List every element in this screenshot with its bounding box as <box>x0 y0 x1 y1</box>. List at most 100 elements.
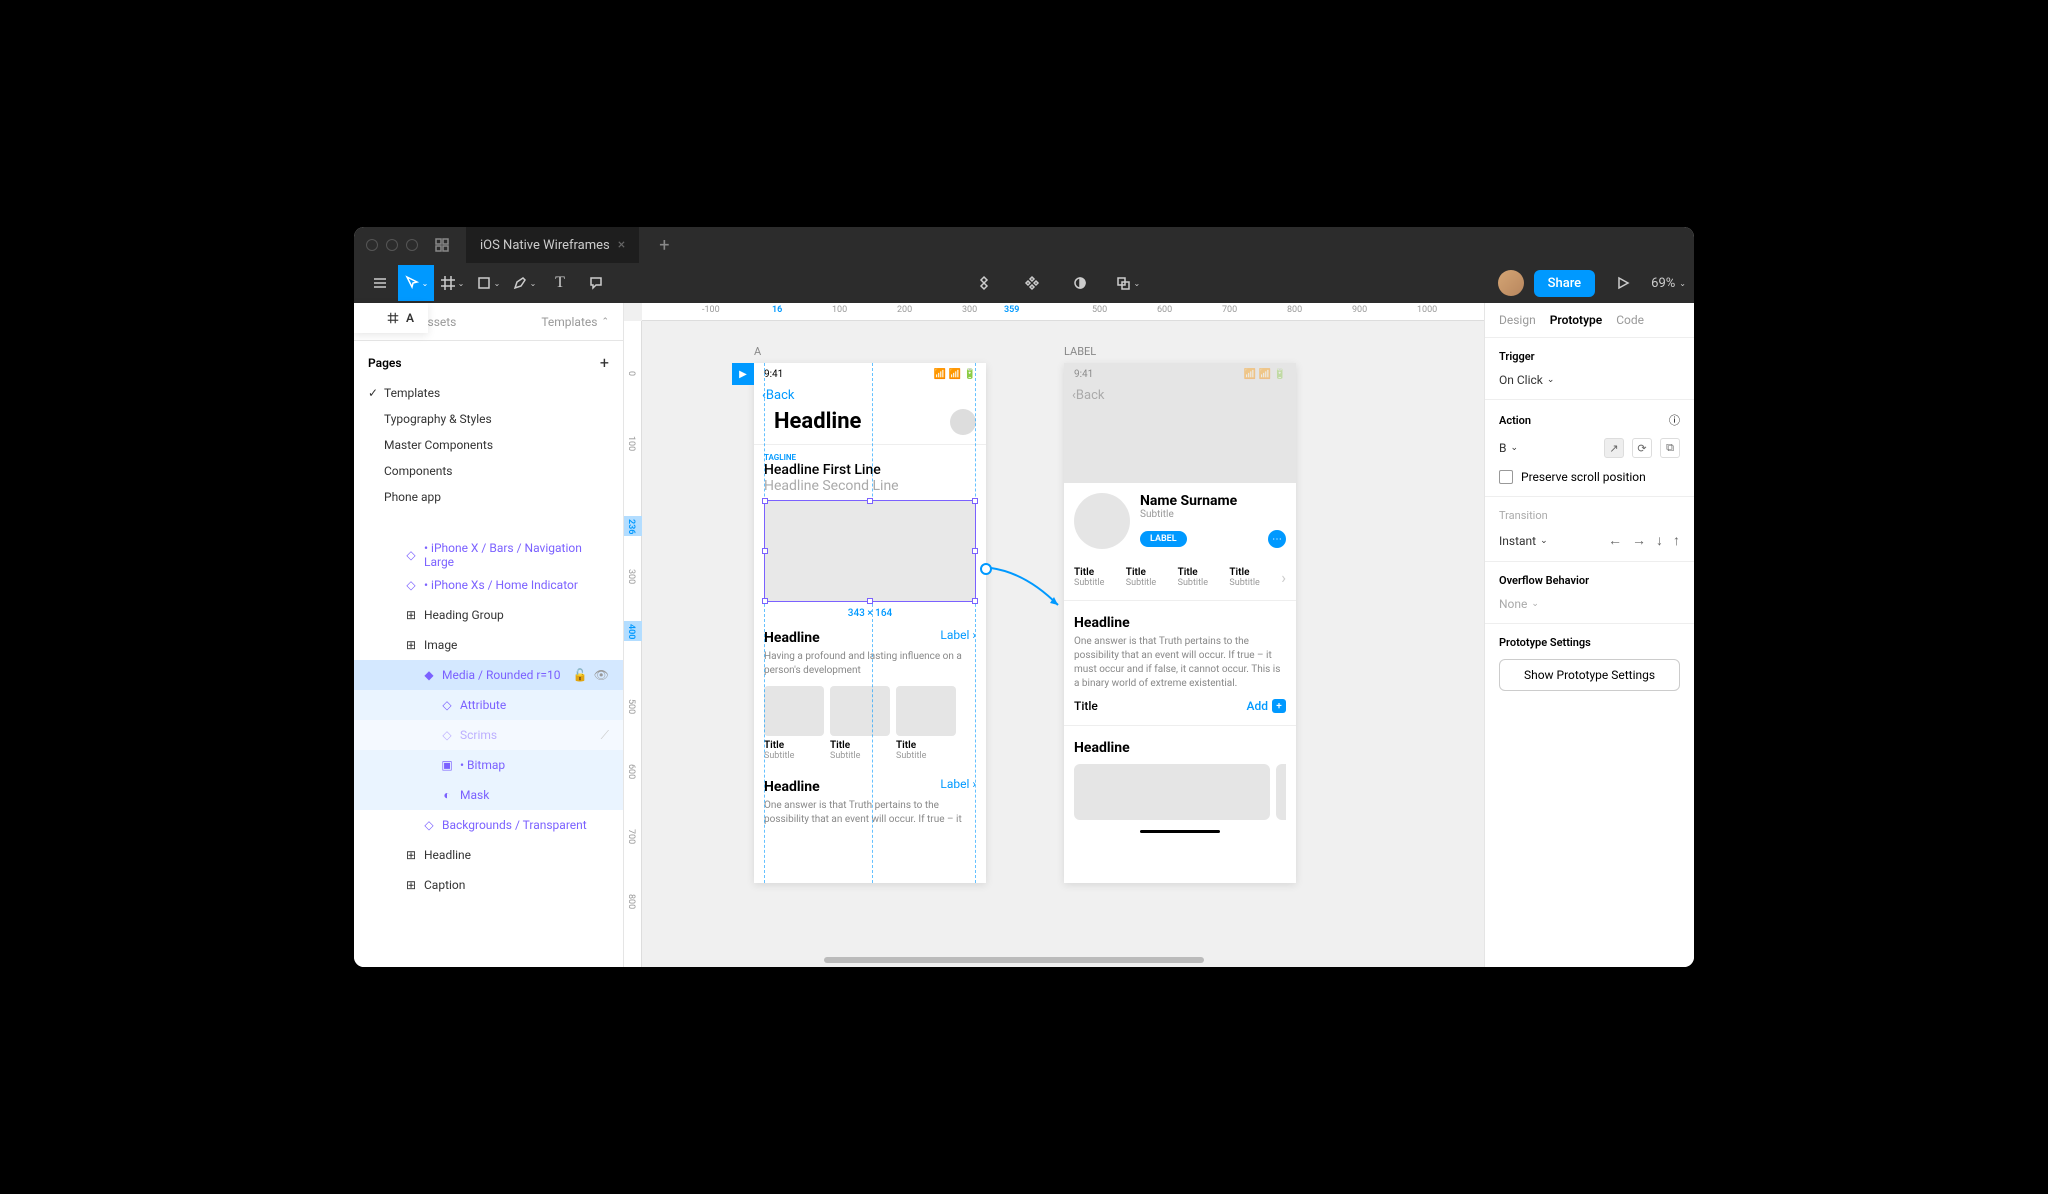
boolean-tool[interactable]: ⌄ <box>1114 265 1142 301</box>
diamond-icon: ◆ <box>422 668 436 682</box>
layer-attribute[interactable]: ◇Attribute <box>354 690 623 720</box>
navigate-icon[interactable]: ↗ <box>1604 438 1624 458</box>
action-target-dropdown[interactable]: B⌄ <box>1499 441 1518 455</box>
comment-tool[interactable] <box>578 265 614 301</box>
layer-headline[interactable]: ⊞Headline <box>354 840 623 870</box>
traffic-lights[interactable] <box>366 239 418 251</box>
swap-icon[interactable]: ⟳ <box>1632 438 1652 458</box>
grid-icon[interactable] <box>434 237 450 253</box>
layer-mask[interactable]: ◐Mask <box>354 780 623 810</box>
page-item-templates[interactable]: Templates <box>354 380 623 406</box>
trigger-label: Trigger <box>1499 350 1680 363</box>
layer-scrims[interactable]: ◇Scrims⟋ <box>354 720 623 750</box>
pages-header: Pages + <box>354 341 623 380</box>
component-tool[interactable] <box>970 265 998 301</box>
selected-media[interactable]: 343 × 164 <box>764 500 976 602</box>
left-panel: Layers Assets Templates ⌃ Pages + Templa… <box>354 303 624 967</box>
label-link: Label › <box>940 628 976 642</box>
overflow-label: Overflow Behavior <box>1499 574 1680 587</box>
overflow-dropdown[interactable]: None⌄ <box>1499 597 1680 611</box>
layer-heading-group[interactable]: ⊞Heading Group <box>354 600 623 630</box>
frame-a[interactable]: ▶ A 9:41📶 📶 🔋 ‹ Back Headline TAGLINE He… <box>754 363 986 883</box>
tab-templates[interactable]: Templates ⌃ <box>541 315 609 329</box>
diamond-icon: ◇ <box>440 728 454 742</box>
menu-button[interactable] <box>362 265 398 301</box>
more-button: ⋯ <box>1268 530 1286 548</box>
visibility-icon[interactable]: 👁 <box>594 668 609 682</box>
show-prototype-settings-button[interactable]: Show Prototype Settings <box>1499 659 1680 691</box>
document-tab[interactable]: iOS Native Wireframes × <box>466 227 639 263</box>
shape-tool[interactable]: ⌄ <box>470 265 506 301</box>
tab-design[interactable]: Design <box>1499 313 1536 327</box>
preserve-scroll-label: Preserve scroll position <box>1521 470 1646 484</box>
avatar-circle <box>950 409 976 435</box>
page-item-master[interactable]: Master Components <box>354 432 623 458</box>
page-item-phone[interactable]: Phone app <box>354 484 623 510</box>
layer-home-indicator[interactable]: ◇• iPhone Xs / Home Indicator <box>354 570 623 600</box>
share-button[interactable]: Share <box>1534 270 1596 297</box>
user-avatar[interactable] <box>1498 270 1524 296</box>
transition-dropdown[interactable]: Instant⌄ <box>1499 534 1548 548</box>
union-tool[interactable] <box>1018 265 1046 301</box>
new-tab-button[interactable]: + <box>647 235 681 256</box>
help-icon[interactable]: ⓘ <box>1669 412 1680 428</box>
text-tool[interactable]: T <box>542 265 578 301</box>
preserve-scroll-checkbox[interactable] <box>1499 470 1513 484</box>
layer-backgrounds[interactable]: ◇Backgrounds / Transparent <box>354 810 623 840</box>
body-text: Having a profound and lasting influence … <box>754 650 986 678</box>
mask-icon: ◐ <box>440 788 454 802</box>
home-indicator <box>1140 830 1220 833</box>
layer-caption[interactable]: ⊞Caption <box>354 870 623 900</box>
layer-bitmap[interactable]: ▣• Bitmap <box>354 750 623 780</box>
canvas[interactable]: -100 16 100 200 300 359 500 600 700 800 … <box>624 303 1484 967</box>
frame-layer[interactable]: A <box>354 303 428 333</box>
frame-b[interactable]: LABEL 9:41📶 📶 🔋 ‹ Back Name Surname Subt… <box>1064 363 1296 883</box>
layer-media-selected[interactable]: ◆Media / Rounded r=10🔓👁 <box>354 660 623 690</box>
close-icon[interactable]: × <box>618 237 625 253</box>
group-icon: ⊞ <box>404 608 418 622</box>
horizontal-scrollbar[interactable] <box>824 957 1204 963</box>
tagline: TAGLINE <box>754 445 986 462</box>
right-panel-tabs: Design Prototype Code <box>1485 303 1694 338</box>
page-item-typography[interactable]: Typography & Styles <box>354 406 623 432</box>
layer-nav[interactable]: ◇• iPhone X / Bars / Navigation Large <box>354 540 623 570</box>
pen-tool[interactable]: ⌄ <box>506 265 542 301</box>
present-button[interactable] <box>1605 265 1641 301</box>
diamond-icon: ◇ <box>404 548 418 562</box>
section-headline: Headline <box>764 620 830 650</box>
horizontal-ruler: -100 16 100 200 300 359 500 600 700 800 … <box>642 303 1484 321</box>
headline-second: Headline Second Line <box>754 478 986 494</box>
frame-icon <box>386 311 400 325</box>
overlay-icon[interactable]: ⧉ <box>1660 438 1680 458</box>
tab-title: iOS Native Wireframes <box>480 238 610 253</box>
label-pill: LABEL <box>1140 531 1187 547</box>
unlock-icon[interactable]: 🔓 <box>573 668 588 682</box>
add-page-button[interactable]: + <box>600 353 609 372</box>
move-tool[interactable]: ⌄ <box>398 265 434 301</box>
page-item-components[interactable]: Components <box>354 458 623 484</box>
frame-b-label: LABEL <box>1064 345 1096 358</box>
back-button: ‹ Back <box>754 386 986 405</box>
tab-code[interactable]: Code <box>1616 313 1644 327</box>
prototype-settings-label: Prototype Settings <box>1499 636 1680 649</box>
trigger-dropdown[interactable]: On Click⌄ <box>1499 373 1680 387</box>
headline-first: Headline First Line <box>754 462 986 478</box>
status-bar: 9:41📶 📶 🔋 <box>754 363 986 386</box>
frame-tool[interactable]: ⌄ <box>434 265 470 301</box>
zoom-control[interactable]: 69%⌄ <box>1651 276 1686 291</box>
vertical-ruler: 0 100 236 300 400 500 600 700 800 <box>624 321 642 967</box>
frame-a-label: A <box>754 345 761 358</box>
hidden-icon[interactable]: ⟋ <box>601 728 609 743</box>
prototype-connector-node[interactable] <box>980 563 992 575</box>
layer-image[interactable]: ⊞Image <box>354 630 623 660</box>
tab-prototype[interactable]: Prototype <box>1550 313 1603 327</box>
right-panel: Design Prototype Code Trigger On Click⌄ … <box>1484 303 1694 967</box>
image-icon: ▣ <box>440 758 454 772</box>
direction-arrows[interactable]: ←→↓↑ <box>1608 532 1680 549</box>
prototype-start-icon[interactable]: ▶ <box>732 363 754 385</box>
headline-large: Headline <box>764 405 871 438</box>
mask-tool[interactable] <box>1066 265 1094 301</box>
card-row: TitleSubtitle TitleSubtitle TitleSubtitl… <box>754 678 986 769</box>
profile-subtitle: Subtitle <box>1140 509 1286 520</box>
hero-image: 9:41📶 📶 🔋 ‹ Back <box>1064 363 1296 483</box>
